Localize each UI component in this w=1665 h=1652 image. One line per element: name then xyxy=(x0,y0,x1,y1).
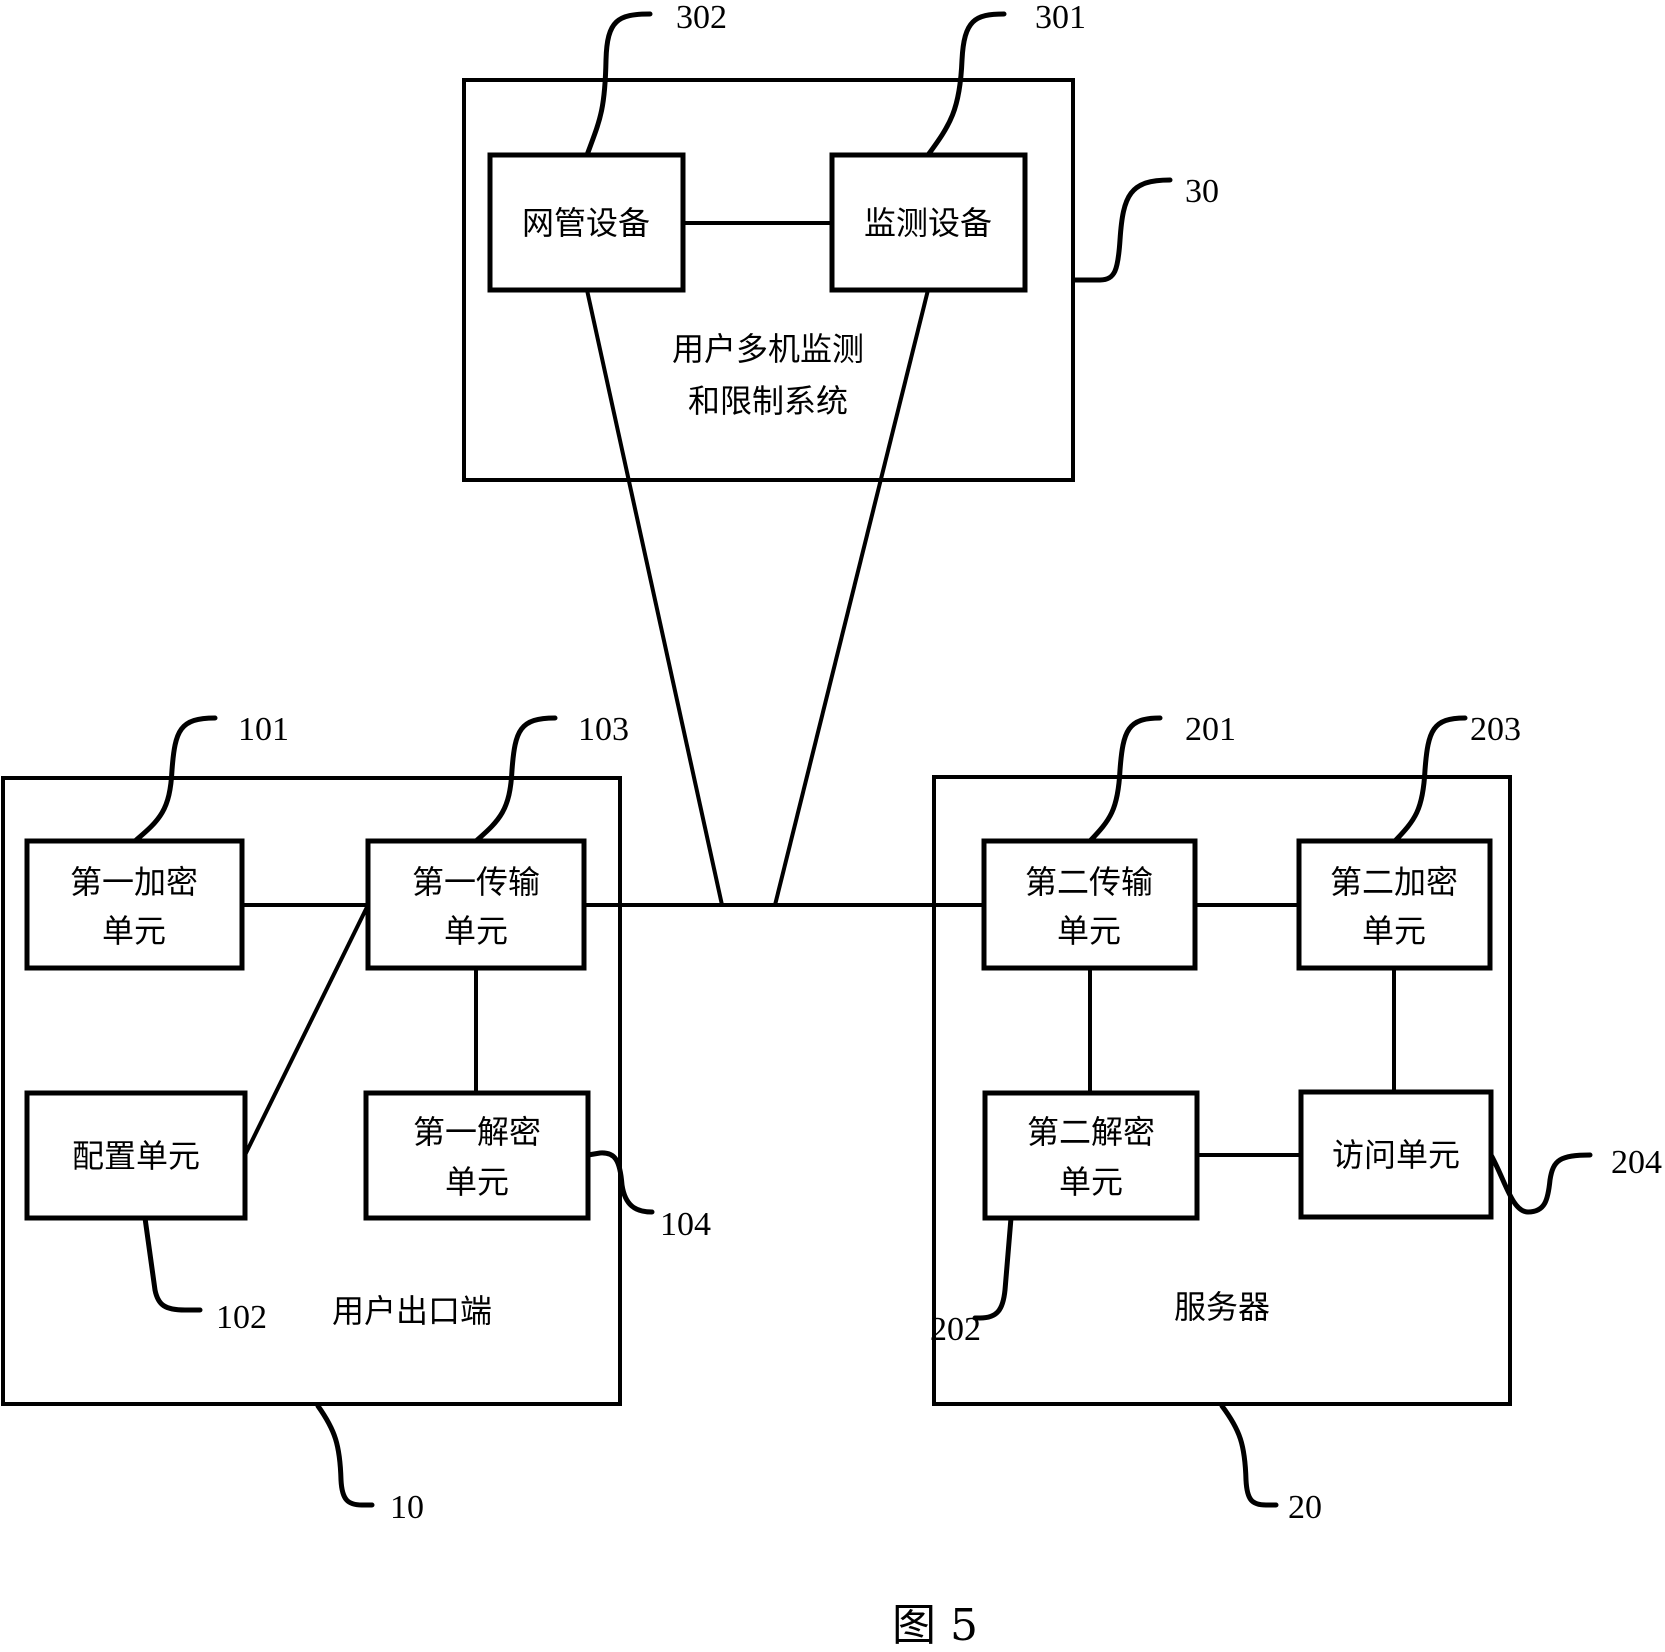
dec1-label-line2: 单元 xyxy=(445,1163,509,1201)
enc1-label-line2: 单元 xyxy=(102,912,166,950)
ref-10: 10 xyxy=(390,1489,424,1526)
ref-201: 201 xyxy=(1185,711,1236,748)
trans2-label-line2: 单元 xyxy=(1057,912,1121,950)
ref-203: 203 xyxy=(1470,711,1521,748)
monitor-device-label: 监测设备 xyxy=(864,204,992,242)
leader-202 xyxy=(972,1215,1014,1321)
ref-204: 204 xyxy=(1611,1144,1662,1181)
leader-203 xyxy=(1392,715,1468,844)
ref-20: 20 xyxy=(1288,1489,1322,1526)
ref-202: 202 xyxy=(930,1311,981,1348)
enc1-label-line1: 第一加密 xyxy=(70,863,198,901)
enc2-label-line2: 单元 xyxy=(1362,912,1426,950)
ref-302: 302 xyxy=(676,0,727,36)
leader-201 xyxy=(1087,715,1163,844)
enc2-label-line1: 第二加密 xyxy=(1330,863,1458,901)
nms-device-label: 网管设备 xyxy=(522,204,650,242)
leader-102 xyxy=(142,1215,203,1313)
link-config-trans1 xyxy=(243,904,370,1156)
dec1-label-line1: 第一解密 xyxy=(413,1113,541,1151)
block-diagram: 网管设备 监测设备 用户多机监测 和限制系统 302 301 30 第一加密 单… xyxy=(1,0,1662,1651)
config-label: 配置单元 xyxy=(72,1137,200,1175)
trans2-label-line1: 第二传输 xyxy=(1025,863,1153,901)
access-label: 访问单元 xyxy=(1332,1136,1460,1174)
leader-302 xyxy=(584,11,653,158)
leader-20 xyxy=(1219,1403,1279,1508)
trans1-label-line1: 第一传输 xyxy=(412,863,540,901)
trans1-label-line2: 单元 xyxy=(444,912,508,950)
ref-103: 103 xyxy=(578,711,629,748)
ref-30: 30 xyxy=(1185,173,1219,210)
client-10-title: 用户出口端 xyxy=(332,1292,492,1330)
leader-10 xyxy=(315,1403,375,1508)
leader-204 xyxy=(1488,1152,1593,1215)
dec2-label-line2: 单元 xyxy=(1059,1163,1123,1201)
system-30-title-line1: 用户多机监测 xyxy=(672,330,864,368)
ref-102: 102 xyxy=(216,1299,267,1336)
ref-301: 301 xyxy=(1035,0,1086,36)
system-30-title-line2: 和限制系统 xyxy=(688,382,848,420)
ref-101: 101 xyxy=(238,711,289,748)
leader-30 xyxy=(1072,177,1173,283)
figure-caption: 图 5 xyxy=(892,1600,978,1651)
leader-301 xyxy=(925,11,1007,158)
server-20-title: 服务器 xyxy=(1174,1288,1270,1326)
ref-104: 104 xyxy=(660,1206,711,1243)
dec2-label-line1: 第二解密 xyxy=(1027,1113,1155,1151)
